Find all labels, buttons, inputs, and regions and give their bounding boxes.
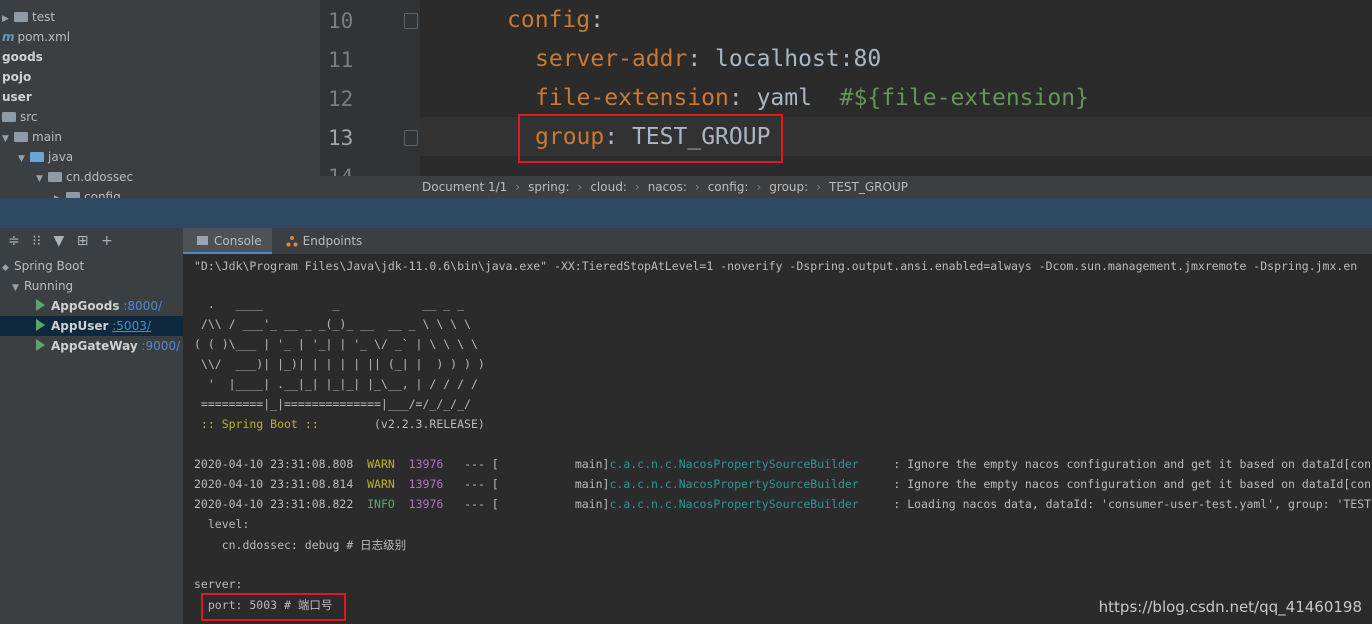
chevron-right-icon: › [816, 180, 821, 194]
watermark: https://blog.csdn.net/qq_41460198 [1098, 598, 1362, 616]
tab-console[interactable]: Console [183, 228, 272, 254]
tree-item[interactable]: ▼ cn.ddossec [36, 167, 133, 187]
line-number: 13 [328, 126, 354, 150]
line-number: 10 [328, 9, 354, 33]
code-line: config: [507, 7, 604, 33]
folder-icon [30, 152, 44, 162]
group-highlight-box [518, 114, 783, 163]
log-line: 2020-04-10 23:31:08.814 WARN 13976 --- [… [194, 477, 1372, 491]
command-line: "D:\Jdk\Program Files\Java\jdk-11.0.6\bi… [194, 259, 1358, 273]
spring-boot-version: :: Spring Boot :: (v2.2.3.RELEASE) [194, 417, 485, 431]
breadcrumb-item[interactable]: group: [769, 180, 808, 194]
log-line: 2020-04-10 23:31:08.808 WARN 13976 --- [… [194, 457, 1372, 471]
breadcrumb-item[interactable]: config: [708, 180, 749, 194]
line-number: 11 [328, 48, 354, 72]
chevron-right-icon: › [756, 180, 762, 194]
project-tree: ▶ test m pom.xml goods pojo user src ▼ main ▼ java ▼… [0, 0, 320, 198]
layout-icon[interactable]: ⊞ [77, 233, 89, 249]
banner-line: ' |____| .__|_| |_|_| |_\__, | / / / / [194, 377, 478, 391]
port-link[interactable]: :8000/ [123, 299, 162, 313]
breadcrumb-item[interactable]: spring: [528, 180, 569, 194]
fold-icon[interactable] [404, 130, 418, 146]
run-tree-running[interactable]: ▼ Running [0, 276, 183, 296]
code-line: file-extension: yaml #${file-extension} [535, 85, 1089, 111]
chevron-right-icon[interactable]: ▶ [2, 9, 14, 29]
banner-line: ( ( )\___ | '_ | '_| | '_ \/ _` | \ \ \ … [194, 337, 478, 351]
folder-icon [14, 132, 28, 142]
run-app-user[interactable]: AppUser :5003/ [0, 316, 183, 336]
chevron-down-icon: ◆ [2, 263, 9, 273]
breadcrumb-item[interactable]: TEST_GROUP [829, 180, 908, 194]
group-icon[interactable]: ⁝⁝ [32, 233, 41, 249]
run-tree-root[interactable]: ◆ Spring Boot [0, 256, 183, 276]
yaml-line: server: [194, 577, 243, 591]
run-dashboard-tree: ◆ Spring Boot ▼ Running AppGoods :8000/ Ap… [0, 254, 183, 624]
folder-icon [14, 12, 28, 22]
tree-item[interactable]: m pom.xml [2, 27, 70, 47]
tree-item[interactable]: user [2, 87, 32, 107]
tree-item[interactable]: ▶config [54, 187, 121, 198]
breadcrumb: Document 1/1 › spring: › cloud: › nacos: › confi… [320, 176, 1372, 198]
tree-item[interactable]: ▼ main [2, 127, 62, 147]
tree-item[interactable]: ▶ test [2, 7, 55, 27]
run-icon [36, 299, 45, 311]
run-tabs: Console Endpoints [183, 228, 1372, 254]
chevron-right-icon: › [577, 180, 583, 194]
log-line: 2020-04-10 23:31:08.822 INFO 13976 --- [… [194, 497, 1372, 511]
run-icon [36, 339, 45, 351]
chevron-right-icon: › [694, 180, 700, 194]
chevron-down-icon[interactable]: ▼ [36, 169, 48, 189]
line-number: 14 [328, 165, 368, 176]
port-link[interactable]: :9000/ [141, 339, 180, 353]
code-line: server-addr: localhost:80 [535, 46, 882, 72]
banner-line: . ____ _ __ _ _ [194, 297, 465, 311]
line-gutter: 10 11 12 13 14 [320, 0, 420, 176]
console-icon [197, 236, 208, 245]
tree-item[interactable]: src [2, 107, 38, 127]
breadcrumb-item[interactable]: nacos: [648, 180, 687, 194]
banner-line: =========|_|==============|___/=/_/_/_/ [194, 397, 471, 411]
align-icon[interactable]: ≑ [8, 233, 20, 249]
chevron-right-icon[interactable]: ▶ [54, 189, 66, 198]
chevron-right-icon: › [634, 180, 640, 194]
console-output[interactable]: "D:\Jdk\Program Files\Java\jdk-11.0.6\bi… [183, 254, 1372, 624]
run-icon [36, 319, 45, 331]
line-number: 12 [328, 87, 354, 111]
run-toolbar: ≑ ⁝⁝ ▼ ⊞ + [0, 228, 183, 254]
breadcrumb-item[interactable]: Document 1/1 [422, 180, 507, 194]
port-highlight-box [201, 593, 346, 621]
yaml-line: level: [194, 517, 250, 531]
chevron-down-icon[interactable]: ▼ [18, 149, 30, 169]
run-app-gateway[interactable]: AppGateWay :9000/ [0, 336, 183, 356]
tab-endpoints[interactable]: Endpoints [272, 228, 373, 254]
chevron-right-icon: › [515, 180, 521, 194]
breadcrumb-item[interactable]: cloud: [590, 180, 627, 194]
endpoints-icon [286, 236, 298, 247]
folder-icon [48, 172, 62, 182]
filter-icon[interactable]: ▼ [54, 233, 65, 249]
tree-item[interactable]: pojo [2, 67, 31, 87]
port-link[interactable]: :5003/ [112, 319, 151, 333]
code-editor[interactable]: 10 11 12 13 14 config: server-addr: localhost… [320, 0, 1372, 176]
maven-icon: m [2, 30, 15, 44]
folder-icon [2, 112, 16, 122]
fold-icon[interactable] [404, 13, 418, 29]
banner-line: \\/ ___)| |_)| | | | | || (_| | ) ) ) ) [194, 357, 485, 371]
chevron-down-icon: ▼ [12, 283, 19, 293]
add-icon[interactable]: + [101, 233, 113, 249]
chevron-down-icon[interactable]: ▼ [2, 129, 14, 149]
run-app-goods[interactable]: AppGoods :8000/ [0, 296, 183, 316]
tree-item[interactable]: ▼ java [18, 147, 73, 167]
tree-item[interactable]: goods [2, 47, 43, 67]
banner-line: /\\ / ___'_ __ _ _(_)_ __ __ _ \ \ \ \ [194, 317, 471, 331]
yaml-line: cn.ddossec: debug # 日志级别 [194, 538, 407, 552]
panel-divider [0, 198, 1372, 228]
